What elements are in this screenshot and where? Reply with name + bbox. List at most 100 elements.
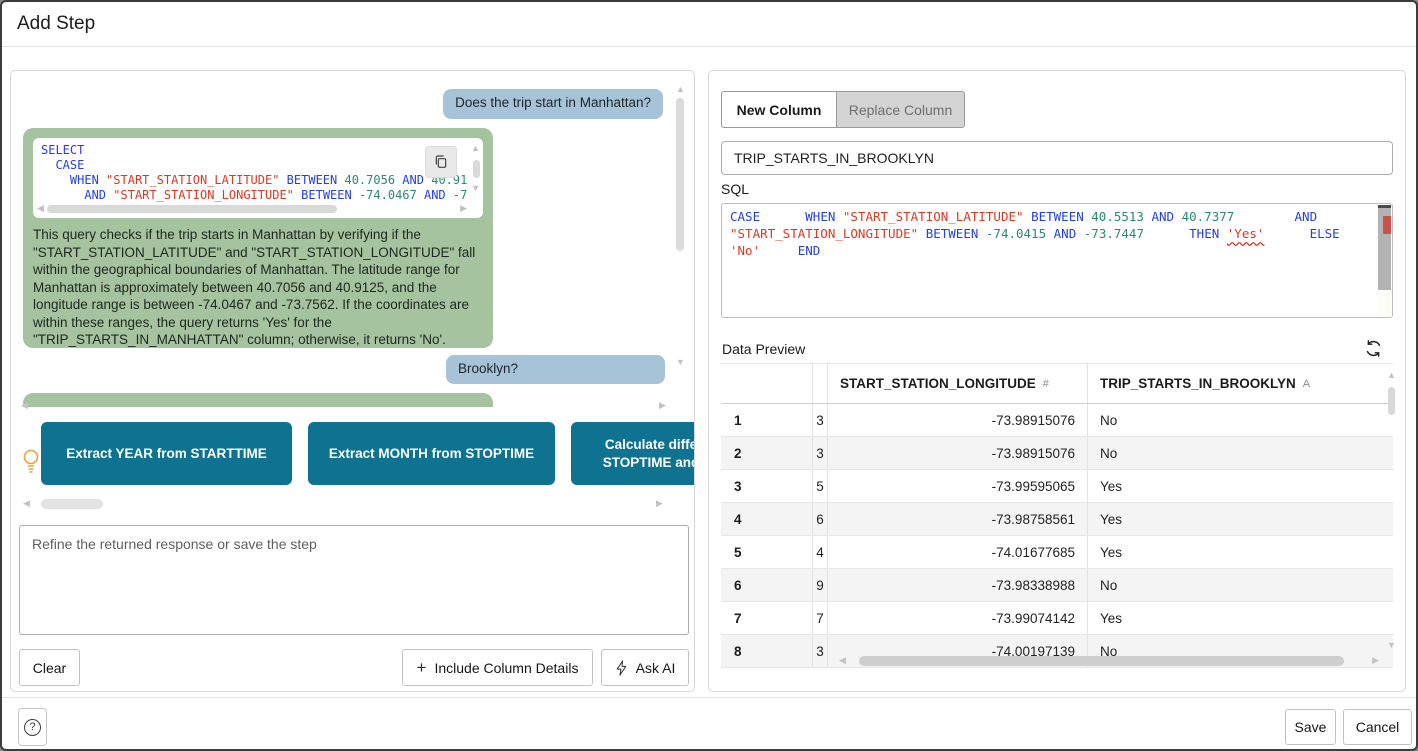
scroll-right-icon[interactable]: ▶ [1372,656,1379,665]
scroll-left-icon[interactable]: ◀ [23,499,30,508]
table-row: 23-73.98915076No [721,437,1393,470]
scroll-up-icon[interactable]: ▲ [676,85,685,94]
scroll-left-icon[interactable]: ◀ [839,656,846,665]
sql-snippet-block[interactable]: SELECT CASE WHEN "START_STATION_LATITUDE… [33,138,483,218]
sql-editor-scrollbar[interactable] [1378,205,1391,318]
clear-button[interactable]: Clear [19,649,80,686]
horizontal-scrollbar-thumb[interactable] [47,205,337,213]
table-cell: -74.01677685 [828,536,1088,568]
row-number-header [721,364,813,403]
column-definition-panel: New Column Replace Column SQL CASE WHEN … [708,70,1406,692]
vertical-scrollbar-thumb[interactable] [473,160,480,178]
scroll-up-icon[interactable]: ▲ [1387,371,1396,380]
table-cell: -73.99595065 [828,470,1088,502]
tab-new-column[interactable]: New Column [721,91,837,128]
table-cell: 3 [813,635,828,667]
refresh-button[interactable] [1364,339,1386,361]
table-cell: -73.98338988 [828,569,1088,601]
table-cell: 5 [721,536,813,568]
scroll-left-icon[interactable]: ◀ [37,204,44,213]
table-cell: 6 [813,503,828,535]
table-header-row: START_STATION_LONGITUDE # TRIP_STARTS_IN… [721,364,1393,404]
plus-icon: + [417,659,427,676]
data-preview-table: START_STATION_LONGITUDE # TRIP_STARTS_IN… [721,363,1393,671]
table-cell: Yes [1088,503,1381,535]
table-row: 13-73.98915076No [721,404,1393,437]
table-cell: 4 [813,536,828,568]
table-cell: 3 [813,437,828,469]
table-cell: 1 [721,404,813,436]
table-row: 77-73.99074142Yes [721,602,1393,635]
table-cell: -73.98915076 [828,404,1088,436]
table-body: 13-73.98915076No23-73.98915076No35-73.99… [721,404,1393,668]
include-column-details-button[interactable]: + Include Column Details [402,649,593,686]
suggestion-button[interactable]: Extract MONTH from STOPTIME [308,422,555,485]
scroll-down-icon[interactable]: ▼ [471,184,480,193]
table-row: 54-74.01677685Yes [721,536,1393,569]
footer-divider [2,697,1416,698]
table-cell: 3 [813,404,828,436]
column-header-longitude[interactable]: START_STATION_LONGITUDE # [828,364,1088,403]
numeric-type-icon: # [1043,378,1049,390]
table-cell: Yes [1088,536,1381,568]
suggestions-scrollbar-thumb[interactable] [41,499,103,509]
refine-response-input[interactable] [19,525,689,635]
sql-editor-code: CASE WHEN "START_STATION_LATITUDE" BETWE… [722,204,1392,263]
text-type-icon: A [1303,378,1310,390]
scroll-right-icon[interactable]: ▶ [656,499,663,508]
table-hscrollbar-thumb[interactable] [859,656,1344,666]
suggestion-button[interactable]: Calculate diffeSTOPTIME and [571,422,695,485]
scroll-right-icon[interactable]: ▶ [460,204,467,213]
ai-response-bubble-clipped [23,393,493,407]
table-cell: 2 [721,437,813,469]
suggestion-carousel: Extract YEAR from STARTTIME Extract MONTH… [41,422,695,485]
scroll-up-icon[interactable]: ▲ [471,144,480,153]
table-cell: 7 [721,602,813,634]
table-cell: No [1088,437,1381,469]
dialog-titlebar: Add Step [2,2,1416,47]
clipped-column-header [813,364,828,403]
cancel-button[interactable]: Cancel [1343,709,1412,745]
table-cell: 8 [721,635,813,667]
help-button[interactable]: ? [18,708,47,746]
table-cell: 6 [721,569,813,601]
scroll-down-icon[interactable]: ▼ [1387,641,1396,650]
table-cell: No [1088,404,1381,436]
table-cell: 4 [721,503,813,535]
table-cell: Yes [1088,602,1381,634]
save-button[interactable]: Save [1285,709,1336,745]
sql-label: SQL [721,181,749,197]
table-hscrollbar[interactable]: ◀ ▶ [839,655,1379,667]
column-header-brooklyn[interactable]: TRIP_STARTS_IN_BROOKLYN A [1088,364,1381,403]
ai-explanation-text: This query checks if the trip starts in … [23,226,493,349]
table-cell: 5 [813,470,828,502]
copy-icon [433,154,449,170]
scroll-down-icon[interactable]: ▼ [676,358,685,367]
table-cell: 3 [721,470,813,502]
sql-snippet-code: SELECT CASE WHEN "START_STATION_LATITUDE… [33,138,483,208]
error-annotation-marker [1383,216,1391,234]
ai-response-bubble: SELECT CASE WHEN "START_STATION_LATITUDE… [23,128,493,348]
suggestion-button[interactable]: Extract YEAR from STARTTIME [41,422,292,485]
user-message-bubble: Brooklyn? [446,355,665,384]
tab-replace-column[interactable]: Replace Column [836,91,965,128]
refresh-icon [1364,339,1386,358]
scroll-left-icon[interactable]: ◀ [21,401,28,410]
ask-ai-button[interactable]: Ask AI [601,649,689,686]
add-step-dialog: Add Step Does the trip start in Manhatta… [0,0,1418,751]
table-cell: 7 [813,602,828,634]
page-title: Add Step [17,13,95,35]
copy-button[interactable] [425,146,457,178]
user-message-bubble: Does the trip start in Manhattan? [443,89,663,119]
chat-scrollbar-thumb[interactable] [676,98,684,251]
table-cell: -73.99074142 [828,602,1088,634]
scroll-right-icon[interactable]: ▶ [659,401,666,410]
table-cell: No [1088,569,1381,601]
ai-chat-panel: Does the trip start in Manhattan? SELECT… [10,70,695,692]
table-row: 35-73.99595065Yes [721,470,1393,503]
sql-editor[interactable]: CASE WHEN "START_STATION_LATITUDE" BETWE… [721,203,1393,318]
table-vscrollbar-thumb[interactable] [1388,387,1395,415]
lightbulb-icon [21,448,41,474]
lightning-icon [615,660,628,676]
column-name-input[interactable] [721,141,1393,175]
